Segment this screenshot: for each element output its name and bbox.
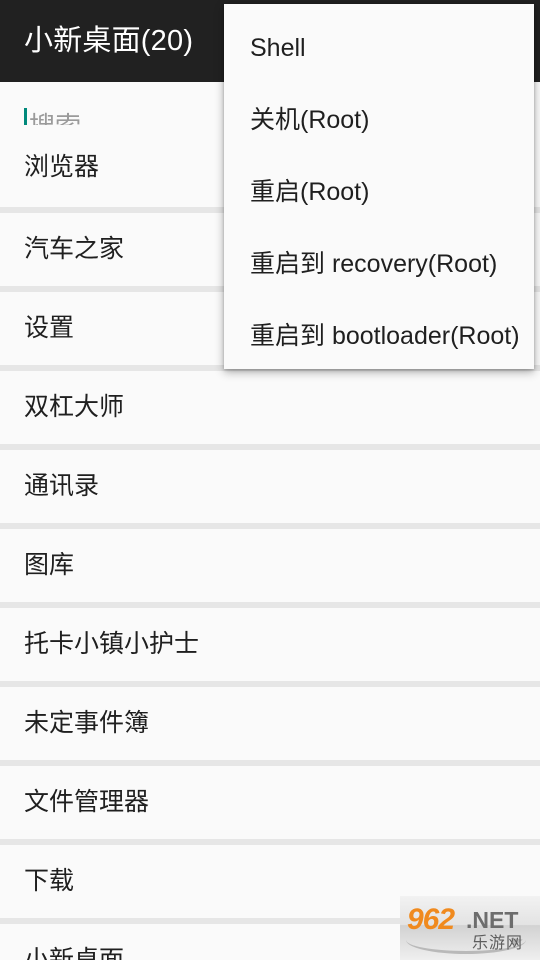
list-item[interactable]: 图库	[0, 529, 540, 602]
list-item[interactable]: 托卡小镇小护士	[0, 608, 540, 681]
menu-item-shutdown[interactable]: 关机(Root)	[224, 84, 534, 156]
menu-item-reboot-recovery[interactable]: 重启到 recovery(Root)	[224, 228, 534, 300]
list-item-label: 文件管理器	[24, 788, 150, 816]
menu-item-reboot[interactable]: 重启(Root)	[224, 156, 534, 228]
watermark-chinese: 乐游网	[472, 935, 524, 952]
list-item-label: 浏览器	[24, 153, 100, 181]
menu-item-shell[interactable]: Shell	[224, 12, 534, 84]
watermark-tld: .NET	[466, 907, 519, 933]
list-item-label: 托卡小镇小护士	[24, 630, 200, 658]
list-item-label: 小新桌面	[24, 946, 125, 960]
list-item-label: 下载	[24, 867, 75, 895]
list-item-label: 双杠大师	[24, 393, 125, 421]
list-item-label: 设置	[24, 314, 75, 342]
list-item-label: 汽车之家	[24, 235, 125, 263]
list-item[interactable]: 未定事件簿	[0, 687, 540, 760]
list-item[interactable]: 文件管理器	[0, 766, 540, 839]
watermark-number: 962	[407, 903, 455, 936]
watermark-logo: 962 .NET 乐游网	[400, 896, 540, 960]
list-item-label: 未定事件簿	[24, 709, 150, 737]
overflow-menu[interactable]: Shell 关机(Root) 重启(Root) 重启到 recovery(Roo…	[224, 4, 534, 369]
menu-item-reboot-bootloader[interactable]: 重启到 bootloader(Root)	[224, 300, 534, 372]
app-screen: 小新桌面(20) 搜索 汽车之家 设置 双杠大师 通讯录 图库	[0, 0, 540, 960]
page-title: 小新桌面(20)	[24, 25, 194, 57]
list-item[interactable]: 通讯录	[0, 450, 540, 523]
list-item-label: 图库	[24, 551, 75, 579]
list-item-label: 通讯录	[24, 472, 100, 500]
list-item[interactable]: 双杠大师	[0, 371, 540, 444]
